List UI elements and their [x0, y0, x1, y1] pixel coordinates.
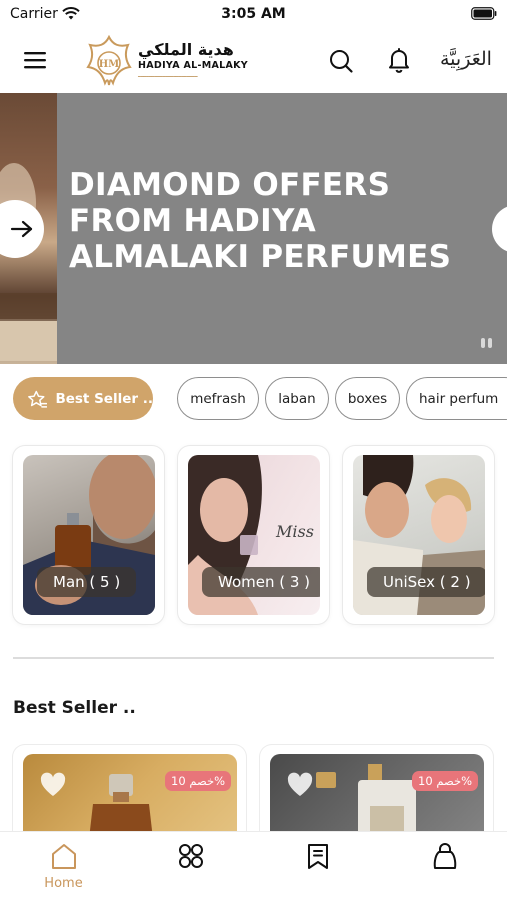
grid-icon	[178, 844, 203, 868]
tab-categories[interactable]	[127, 832, 254, 900]
best-seller-heading: Best Seller ..	[13, 698, 136, 718]
bag-icon	[433, 843, 456, 869]
logo-tagline: ━━━━━━━━━━━━━━━━━━━━━━	[138, 75, 198, 80]
category-label-unisex: UniSex ( 2 )	[367, 567, 485, 597]
status-bar: Carrier 3:05 AM	[0, 0, 507, 30]
perfume-brand-script-text: Miss	[275, 522, 314, 541]
category-card-unisex[interactable]: UniSex ( 2 )	[343, 446, 494, 624]
category-card-women[interactable]: Miss Women ( 3 )	[178, 446, 329, 624]
bottom-tab-bar: Home	[0, 831, 507, 900]
chip-mefrash[interactable]: mefrash	[177, 377, 259, 420]
heart-icon[interactable]	[286, 772, 314, 798]
banner-next-button[interactable]	[492, 205, 507, 253]
category-image-women: Miss Women ( 3 )	[188, 455, 320, 615]
tab-home-label: Home	[44, 876, 83, 891]
chip-hair-perfume[interactable]: hair perfum	[406, 377, 507, 420]
promo-banner[interactable]: DIAMOND OFFERS FROM HADIYA ALMALAKI PERF…	[0, 93, 507, 364]
category-label-man: Man ( 5 )	[37, 567, 137, 597]
pager-dot	[488, 338, 492, 348]
chip-best-seller[interactable]: Best Seller ..	[13, 377, 153, 420]
banner-title: DIAMOND OFFERS FROM HADIYA ALMALAKI PERF…	[69, 167, 452, 275]
search-icon[interactable]	[328, 48, 354, 74]
battery-icon	[471, 7, 497, 20]
heart-icon[interactable]	[39, 772, 67, 798]
tab-cart[interactable]	[381, 832, 507, 900]
discount-badge: خصم 10%	[165, 771, 231, 791]
pager-dot	[481, 338, 485, 348]
tab-bookmarks[interactable]	[254, 832, 381, 900]
arrow-right-icon	[10, 220, 33, 238]
logo-emblem-icon: HM	[86, 35, 132, 86]
tab-home[interactable]: Home	[0, 832, 127, 900]
menu-icon[interactable]	[22, 48, 48, 72]
app-header: HM هدية الملكي HADIYA AL-MALAKY ━━━━━━━━…	[0, 30, 507, 92]
language-toggle-button[interactable]: العَرَبِيَّة	[440, 48, 492, 70]
section-divider	[13, 657, 494, 659]
status-time: 3:05 AM	[221, 6, 286, 22]
logo-english-text: HADIYA AL-MALAKY	[138, 60, 248, 71]
chip-best-seller-label: Best Seller ..	[55, 390, 153, 407]
logo-arabic-text: هدية الملكي	[138, 40, 234, 59]
svg-text:HM: HM	[99, 59, 120, 70]
brand-logo: HM هدية الملكي HADIYA AL-MALAKY ━━━━━━━━…	[86, 34, 248, 88]
chip-boxes[interactable]: boxes	[335, 377, 400, 420]
bell-icon[interactable]	[386, 46, 412, 74]
bookmark-icon	[307, 844, 328, 869]
category-label-women: Women ( 3 )	[202, 567, 320, 597]
discount-badge: خصم 10%	[412, 771, 478, 791]
banner-page-indicator	[481, 338, 495, 348]
category-image-man: Man ( 5 )	[23, 455, 155, 615]
home-icon	[51, 844, 76, 869]
category-image-unisex: UniSex ( 2 )	[353, 455, 485, 615]
category-card-man[interactable]: Man ( 5 )	[13, 446, 164, 624]
chip-laban[interactable]: laban	[265, 377, 329, 420]
filter-chip-row: Best Seller .. mefrash laban boxes hair …	[0, 376, 507, 422]
star-badge-icon	[28, 390, 48, 408]
